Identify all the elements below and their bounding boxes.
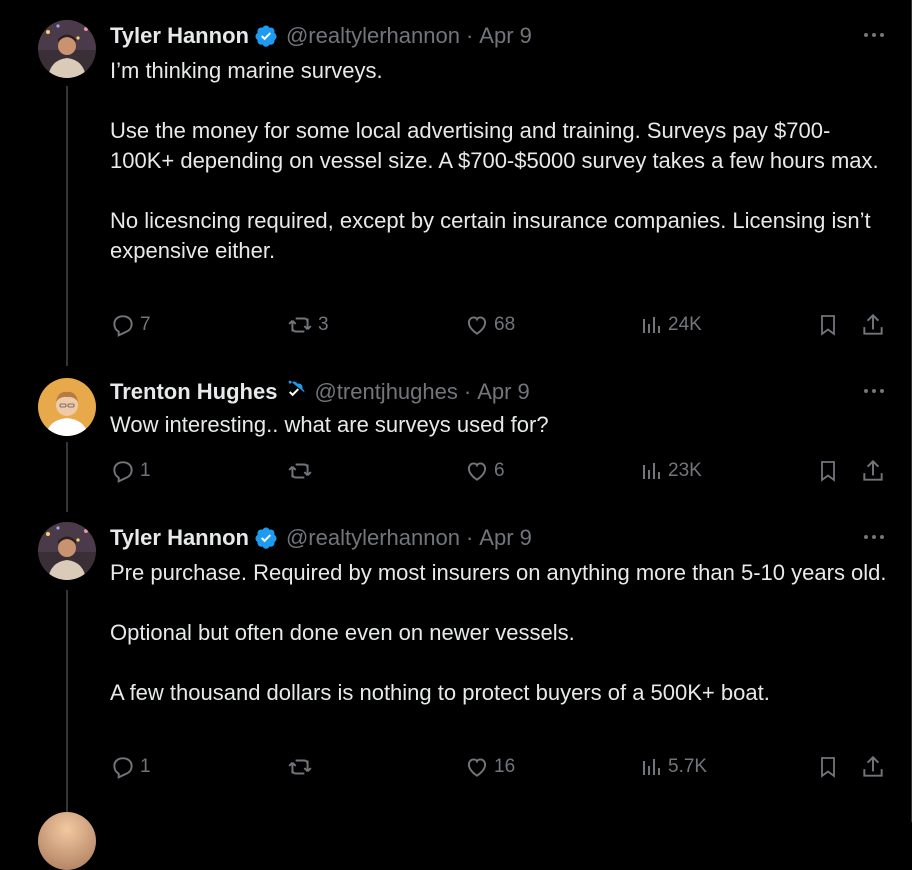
reply-count: 7 <box>140 314 151 335</box>
views-icon <box>643 317 660 333</box>
verified-badge-icon[interactable] <box>254 526 278 550</box>
share-button[interactable] <box>860 458 886 484</box>
more-icon[interactable] <box>860 25 888 45</box>
views-button[interactable]: 23K <box>640 458 702 484</box>
avatar[interactable] <box>38 812 96 870</box>
tweet-paragraph: Pre purchase. Required by most insurers … <box>110 560 887 585</box>
reply-button[interactable]: 1 <box>110 754 151 780</box>
reply-icon <box>113 315 133 337</box>
verified-badge-icon[interactable] <box>254 24 278 48</box>
reply-button[interactable]: 7 <box>110 312 151 338</box>
share-icon <box>863 755 883 777</box>
like-button[interactable]: 68 <box>464 312 515 338</box>
view-count: 24K <box>668 314 702 335</box>
like-count: 68 <box>494 314 516 335</box>
views-button[interactable]: 5.7K <box>640 754 707 780</box>
more-icon[interactable] <box>860 381 888 401</box>
share-icon <box>863 313 883 335</box>
tweet-header: Tyler Hannon @realtylerhannon · Apr 9 <box>110 525 532 551</box>
conversation-thread: Tyler Hannon @realtylerhannon · Apr 9 I’… <box>0 0 912 870</box>
reply-count: 1 <box>140 460 151 481</box>
view-count: 5.7K <box>668 756 708 777</box>
bookmark-icon <box>821 757 835 778</box>
author-handle[interactable]: @trentjhughes <box>314 379 457 405</box>
author-name[interactable]: Trenton Hughes <box>110 379 277 405</box>
tweet-text: Pre purchase. Required by most insurers … <box>110 558 890 708</box>
tweet-header: Tyler Hannon @realtylerhannon · Apr 9 <box>110 23 532 49</box>
views-icon <box>643 463 660 479</box>
tweet[interactable]: Tyler Hannon @realtylerhannon · Apr 9 I’… <box>0 0 911 360</box>
action-bar: 1 6 23K <box>0 458 911 488</box>
repost-button[interactable]: 3 <box>286 312 329 338</box>
bookmark-button[interactable] <box>816 312 840 338</box>
author-name[interactable]: Tyler Hannon <box>110 525 249 551</box>
like-icon <box>467 316 487 335</box>
reply-count: 1 <box>140 756 151 777</box>
author-handle[interactable]: @realtylerhannon <box>286 23 460 49</box>
tweet-header: Trenton Hughes @trentjhughes · Apr 9 <box>110 379 530 405</box>
tweet[interactable]: Trenton Hughes @trentjhughes · Apr 9 Wow… <box>0 360 911 508</box>
tweet-paragraph: No licesncing required, except by certai… <box>110 208 871 263</box>
separator: · <box>465 23 474 48</box>
tweet-paragraph: Optional but often done even on newer ve… <box>110 620 575 645</box>
repost-button[interactable] <box>286 754 318 780</box>
view-count: 23K <box>668 460 702 481</box>
bookmark-button[interactable] <box>816 458 840 484</box>
tweet-paragraph: Wow interesting.. what are surveys used … <box>110 412 549 437</box>
tweet-date[interactable]: Apr 9 <box>479 525 532 551</box>
tweet-paragraph: A few thousand dollars is nothing to pro… <box>110 680 770 705</box>
avatar[interactable] <box>38 522 96 580</box>
tweet-date[interactable]: Apr 9 <box>479 23 532 49</box>
share-button[interactable] <box>860 312 886 338</box>
reply-icon <box>113 461 133 483</box>
repost-button[interactable] <box>286 458 318 484</box>
like-count: 6 <box>494 460 505 481</box>
separator: · <box>463 379 472 404</box>
share-icon <box>863 459 883 481</box>
more-icon[interactable] <box>860 527 888 547</box>
like-icon <box>467 758 487 777</box>
like-button[interactable]: 6 <box>464 458 505 484</box>
action-bar: 7 3 68 24K <box>0 312 911 342</box>
bookmark-button[interactable] <box>816 754 840 780</box>
tweet-text: Wow interesting.. what are surveys used … <box>110 410 890 440</box>
tweet-paragraph: Use the money for some local advertising… <box>110 118 879 173</box>
tweet[interactable]: Tyler Hannon @realtylerhannon · Apr 9 Pr… <box>0 508 911 812</box>
reply-button[interactable]: 1 <box>110 458 151 484</box>
views-button[interactable]: 24K <box>640 312 702 338</box>
like-icon <box>467 462 487 481</box>
bookmark-icon <box>821 315 835 336</box>
separator: · <box>465 525 474 550</box>
repost-icon <box>288 759 312 775</box>
tweet-text: I’m thinking marine surveys. Use the mon… <box>110 56 890 266</box>
avatar[interactable] <box>38 378 96 436</box>
author-name[interactable]: Tyler Hannon <box>110 23 249 49</box>
like-count: 16 <box>494 756 516 777</box>
like-button[interactable]: 16 <box>464 754 515 780</box>
author-handle[interactable]: @realtylerhannon <box>286 525 460 551</box>
repost-count: 3 <box>318 314 329 335</box>
avatar[interactable] <box>38 20 96 78</box>
repost-icon <box>288 463 312 479</box>
repost-icon <box>288 317 312 333</box>
share-button[interactable] <box>860 754 886 780</box>
verified-badge-icon[interactable] <box>282 380 306 404</box>
tweet-paragraph: I’m thinking marine surveys. <box>110 58 383 83</box>
views-icon <box>643 759 660 775</box>
reply-icon <box>113 757 133 779</box>
action-bar: 1 16 5.7K <box>0 754 911 784</box>
tweet-date[interactable]: Apr 9 <box>477 379 530 405</box>
bookmark-icon <box>821 461 835 482</box>
